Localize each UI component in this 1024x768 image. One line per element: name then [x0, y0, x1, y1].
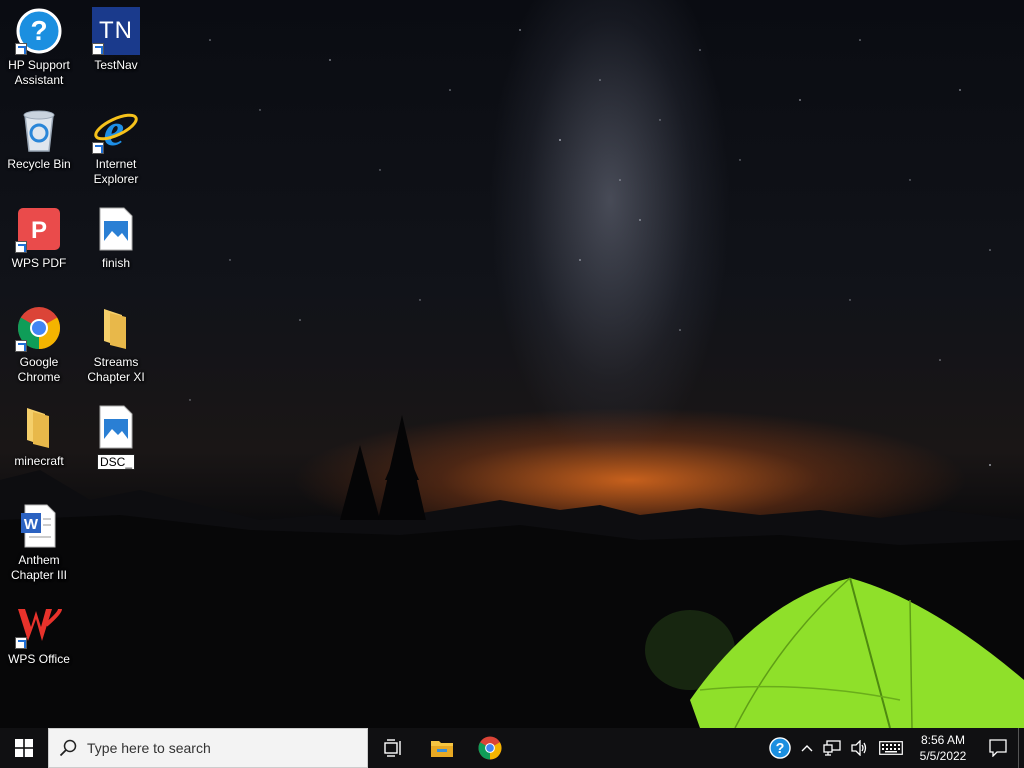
keyboard-icon — [879, 741, 903, 755]
start-button[interactable] — [0, 728, 48, 768]
wps-office-icon — [15, 601, 63, 649]
taskbar-search-box[interactable]: Type here to search — [48, 728, 368, 768]
shortcut-arrow-icon — [92, 142, 104, 154]
desktop-icon-internet-explorer[interactable]: e Internet Explorer — [78, 102, 154, 192]
windows-logo-icon — [15, 739, 33, 757]
desktop-icon-hp-support-assistant[interactable]: ? HP Support Assistant — [1, 3, 77, 93]
action-center-button[interactable] — [978, 728, 1018, 768]
desktop-icon-label: finish — [101, 256, 130, 270]
taskbar-clock[interactable]: 8:56 AM 5/5/2022 — [908, 728, 978, 768]
file-explorer-icon — [431, 741, 453, 757]
network-icon — [823, 740, 841, 756]
notification-icon — [989, 739, 1007, 757]
system-tray: ? 8:56 AM 5/5/2022 — [764, 728, 1024, 768]
desktop-icon-anthem-chapter-iii[interactable]: W Anthem Chapter III — [1, 498, 77, 588]
svg-text:e: e — [104, 107, 124, 153]
internet-explorer-icon: e — [92, 106, 140, 154]
show-desktop-button[interactable] — [1018, 728, 1024, 768]
shortcut-arrow-icon — [15, 241, 27, 253]
desktop-icon-label: WPS Office — [8, 652, 70, 666]
svg-text:?: ? — [30, 15, 47, 46]
clock-date: 5/5/2022 — [919, 749, 967, 763]
folder-icon — [92, 304, 140, 352]
taskbar-file-explorer[interactable] — [418, 728, 466, 768]
rename-input[interactable]: DSC_ — [96, 454, 135, 470]
desktop-icon-dsc-renaming[interactable]: DSC_ — [78, 399, 154, 489]
recycle-bin-icon — [15, 106, 63, 154]
desktop-icon-label: Recycle Bin — [7, 157, 71, 171]
shortcut-arrow-icon — [15, 43, 27, 55]
help-question-icon: ? — [15, 7, 63, 55]
chrome-icon — [15, 304, 63, 352]
wps-pdf-icon: P — [15, 205, 63, 253]
help-question-icon: ? — [769, 737, 791, 759]
speaker-icon — [851, 740, 867, 756]
desktop-icon-label: WPS PDF — [11, 256, 67, 270]
network-button[interactable] — [818, 728, 846, 768]
touch-keyboard-button[interactable] — [874, 728, 908, 768]
testnav-icon: TN — [92, 7, 140, 55]
taskbar: Type here to search ? 8:56 AM 5/5/2022 — [0, 728, 1024, 768]
desktop-icon-google-chrome[interactable]: Google Chrome — [1, 300, 77, 390]
tray-hp-support[interactable]: ? — [764, 728, 796, 768]
desktop-icon-label: Google Chrome — [17, 355, 61, 384]
desktop-icon-label: minecraft — [14, 454, 64, 468]
desktop-icon-label: Internet Explorer — [93, 157, 139, 186]
desktop-icon-wps-office[interactable]: WPS Office — [1, 597, 77, 687]
desktop-icon-label-rename: DSC_ — [78, 454, 154, 470]
svg-text:?: ? — [776, 741, 785, 757]
desktop-icon-label: Anthem Chapter III — [10, 553, 68, 582]
desktop-icon-label: TestNav — [94, 58, 138, 72]
desktop-icon-label: Streams Chapter XI — [87, 355, 145, 384]
desktop-icon-testnav[interactable]: TN TestNav — [78, 3, 154, 93]
task-view-icon — [384, 739, 401, 757]
desktop-icon-finish[interactable]: finish — [78, 201, 154, 291]
chevron-up-icon — [801, 745, 813, 752]
chrome-icon — [478, 736, 502, 760]
task-view-button[interactable] — [370, 728, 418, 768]
show-hidden-icons-button[interactable] — [796, 728, 818, 768]
desktop-icon-minecraft[interactable]: minecraft — [1, 399, 77, 489]
folder-icon — [15, 403, 63, 451]
image-file-icon — [92, 403, 140, 451]
taskbar-chrome[interactable] — [466, 728, 514, 768]
desktop-icon-recycle-bin[interactable]: Recycle Bin — [1, 102, 77, 192]
search-icon — [59, 739, 77, 757]
volume-button[interactable] — [846, 728, 874, 768]
shortcut-arrow-icon — [15, 340, 27, 352]
desktop-icon-label: HP Support Assistant — [8, 58, 70, 87]
clock-time: 8:56 AM — [920, 733, 966, 747]
svg-text:W: W — [24, 516, 39, 533]
pine-trees — [340, 415, 426, 520]
shortcut-arrow-icon — [92, 43, 104, 55]
desktop-icon-wps-pdf[interactable]: P WPS PDF — [1, 201, 77, 291]
image-file-icon — [92, 205, 140, 253]
desktop-icon-streams-chapter-xi[interactable]: Streams Chapter XI — [78, 300, 154, 390]
search-placeholder: Type here to search — [87, 740, 211, 756]
stars — [189, 29, 991, 466]
svg-text:P: P — [31, 217, 47, 244]
shortcut-arrow-icon — [15, 637, 27, 649]
word-document-icon: W — [15, 502, 63, 550]
